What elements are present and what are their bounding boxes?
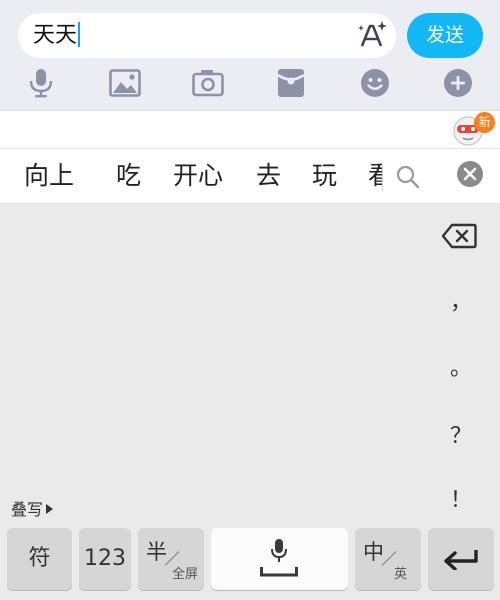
- candidate-item[interactable]: 玩: [312, 159, 337, 193]
- chinese-label: 中: [363, 540, 384, 564]
- question-key[interactable]: ？: [430, 418, 492, 450]
- stack-write-label: 叠写: [11, 500, 44, 519]
- number-key[interactable]: 123: [79, 528, 131, 590]
- candidate-item[interactable]: 看: [368, 159, 382, 193]
- fullscreen-label: 全屏: [171, 567, 198, 582]
- sticker-strip: 新: [0, 110, 500, 148]
- camera-icon: [192, 70, 224, 97]
- chat-input-area: 天天 发送: [0, 0, 500, 110]
- image-icon: [109, 69, 141, 97]
- emoji-button[interactable]: [358, 66, 392, 100]
- candidate-item[interactable]: 去: [256, 159, 281, 193]
- candidate-divider: [382, 165, 383, 191]
- enter-icon: [444, 550, 478, 570]
- emoji-icon: [361, 69, 389, 97]
- red-packet-button[interactable]: [274, 66, 308, 100]
- half-label: 半: [146, 540, 167, 564]
- chinese-english-key[interactable]: 中 英: [355, 528, 421, 590]
- new-badge: 新: [474, 112, 495, 133]
- candidate-item[interactable]: 开心: [173, 159, 223, 193]
- candidate-bar: 向上 吃 开心 去 玩 看: [0, 148, 500, 204]
- camera-button[interactable]: [191, 66, 225, 100]
- space-key[interactable]: [211, 528, 348, 590]
- candidate-item[interactable]: 吃: [116, 159, 141, 193]
- enter-key[interactable]: [428, 528, 494, 590]
- voice-button[interactable]: [24, 66, 58, 100]
- send-button[interactable]: 发送: [407, 13, 483, 58]
- message-input-value: 天天: [33, 23, 78, 48]
- text-caret: [78, 22, 81, 47]
- comma-key[interactable]: ，: [430, 284, 492, 316]
- search-icon[interactable]: [395, 164, 421, 190]
- microphone-icon: [271, 539, 287, 562]
- plus-icon: [444, 69, 472, 97]
- message-input[interactable]: 天天: [18, 13, 396, 58]
- more-button[interactable]: [441, 66, 475, 100]
- ai-text-icon[interactable]: [356, 19, 388, 51]
- candidate-item[interactable]: 向上: [24, 159, 74, 193]
- half-fullscreen-key[interactable]: 半 全屏: [138, 528, 204, 590]
- english-label: 英: [393, 567, 407, 582]
- exclamation-key[interactable]: ！: [430, 482, 492, 514]
- space-bar-icon: [260, 567, 298, 577]
- close-icon[interactable]: [456, 160, 484, 188]
- backspace-icon[interactable]: [441, 223, 477, 249]
- symbol-key[interactable]: 符: [7, 528, 72, 590]
- message-input-text: 天天: [33, 22, 81, 49]
- candidate-list: 向上 吃 开心 去 玩 看: [0, 149, 382, 205]
- red-packet-icon: [277, 69, 305, 97]
- triangle-right-icon: [46, 504, 54, 514]
- microphone-icon: [29, 69, 53, 98]
- image-button[interactable]: [108, 66, 142, 100]
- stack-write-toggle[interactable]: 叠写: [11, 500, 54, 520]
- period-key[interactable]: 。: [430, 350, 492, 382]
